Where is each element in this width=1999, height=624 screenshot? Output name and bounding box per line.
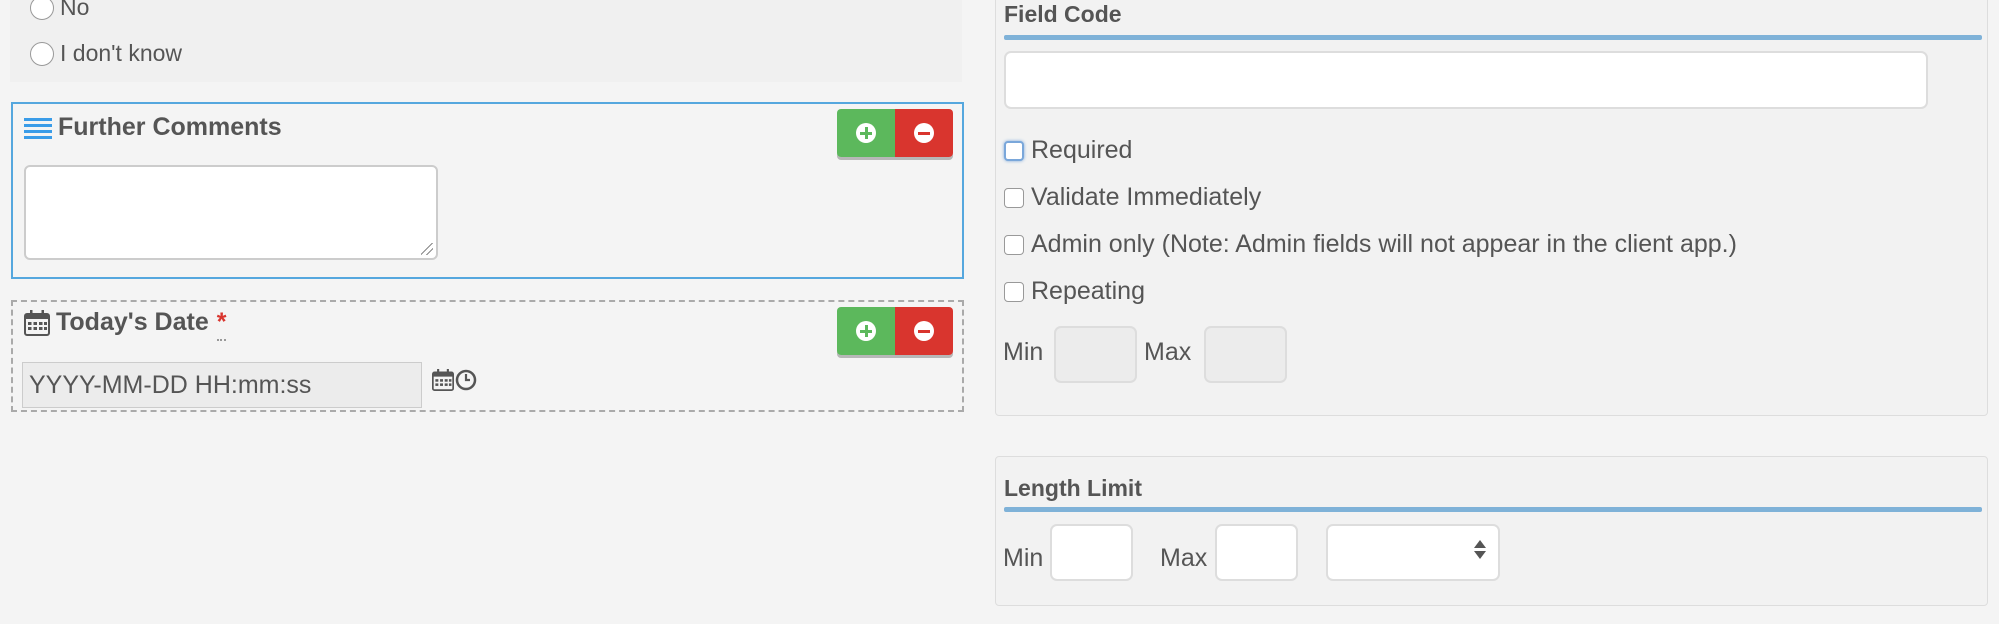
radio-label: No	[60, 0, 90, 20]
field-title: Further Comments	[24, 113, 282, 142]
length-max-label: Max	[1160, 544, 1208, 572]
repeating-checkbox[interactable]	[1004, 281, 1024, 302]
date-picker-toggle[interactable]	[432, 369, 477, 396]
section-underline	[1004, 35, 1982, 40]
further-comments-field[interactable]: Further Comments	[11, 102, 964, 279]
checkbox-label: Required	[1031, 136, 1133, 164]
admin-only-checkbox[interactable]	[1004, 234, 1024, 255]
clock-icon[interactable]	[455, 369, 477, 396]
radio-button[interactable]	[30, 41, 54, 66]
minus-circle-icon	[914, 321, 934, 341]
todays-date-field[interactable]: Today's Date * YYYY-MM-DD HH:mm:ss	[11, 300, 964, 412]
field-title-text: Further Comments	[58, 113, 282, 141]
minus-circle-icon	[914, 123, 934, 143]
field-title-text: Today's Date	[56, 308, 209, 336]
required-option[interactable]: Required	[1004, 136, 1132, 165]
add-field-button[interactable]	[837, 109, 895, 157]
admin-only-option[interactable]: Admin only (Note: Admin fields will not …	[1004, 230, 1737, 259]
radio-label: I don't know	[60, 40, 183, 66]
select-arrows-icon	[1474, 540, 1486, 559]
checkbox-label: Validate Immediately	[1031, 183, 1262, 211]
required-checkbox[interactable]	[1004, 140, 1024, 161]
radio-button[interactable]	[30, 0, 54, 20]
remove-field-button[interactable]	[895, 109, 953, 157]
date-time-input[interactable]: YYYY-MM-DD HH:mm:ss	[22, 362, 422, 408]
required-marker: *	[216, 308, 227, 341]
field-code-title: Field Code	[1004, 1, 1122, 27]
add-field-button[interactable]	[837, 307, 895, 355]
length-min-input[interactable]	[1050, 524, 1133, 581]
section-underline	[1004, 507, 1982, 512]
length-min-label: Min	[1003, 544, 1044, 572]
length-limit-panel: Length Limit Min Max	[995, 456, 1988, 606]
validate-immediately-checkbox[interactable]	[1004, 187, 1024, 208]
length-unit-select[interactable]	[1326, 524, 1500, 581]
plus-circle-icon	[856, 321, 876, 341]
radio-option-dont-know[interactable]: I don't know	[30, 40, 182, 67]
checkbox-label: Repeating	[1031, 277, 1145, 305]
yes-no-question-panel: No I don't know	[10, 0, 962, 82]
length-max-input[interactable]	[1215, 524, 1298, 581]
resize-handle[interactable]	[421, 243, 433, 255]
checkbox-label: Admin only (Note: Admin fields will not …	[1031, 230, 1737, 258]
radio-option-no[interactable]: No	[30, 0, 89, 21]
calendar-icon	[24, 309, 50, 336]
field-title: Today's Date *	[24, 308, 227, 341]
field-action-buttons	[837, 109, 953, 157]
length-limit-title: Length Limit	[1004, 475, 1142, 501]
field-action-buttons	[837, 307, 953, 355]
field-settings-panel: Field Code Required Validate Immediately…	[995, 0, 1988, 416]
repeat-min-label: Min	[1003, 338, 1044, 366]
repeating-option[interactable]: Repeating	[1004, 277, 1145, 306]
field-code-input[interactable]	[1004, 51, 1928, 109]
repeat-max-label: Max	[1144, 338, 1192, 366]
calendar-icon[interactable]	[432, 369, 454, 396]
repeat-max-input[interactable]	[1204, 326, 1287, 383]
validate-immediately-option[interactable]: Validate Immediately	[1004, 183, 1261, 212]
repeat-min-input[interactable]	[1054, 326, 1137, 383]
remove-field-button[interactable]	[895, 307, 953, 355]
plus-circle-icon	[856, 123, 876, 143]
comments-textarea[interactable]	[24, 165, 438, 260]
list-icon	[24, 117, 52, 139]
